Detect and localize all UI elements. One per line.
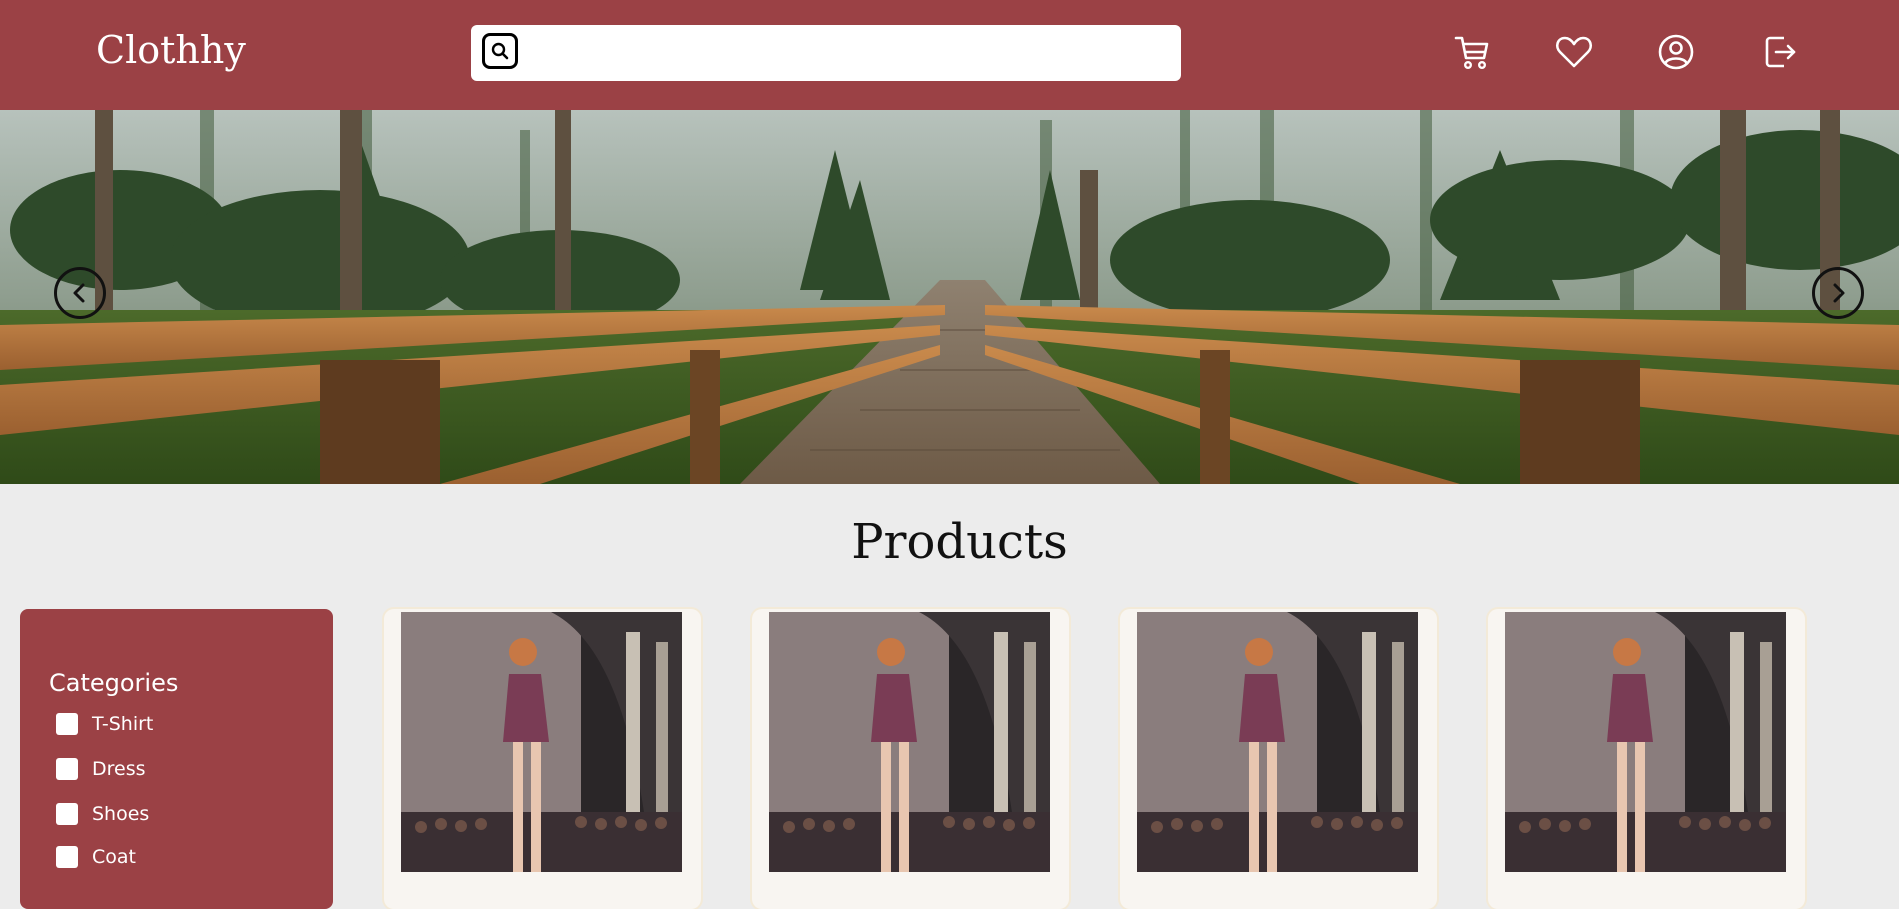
checkbox[interactable] [56,758,78,780]
product-card[interactable] [752,609,1069,909]
product-image[interactable] [1137,612,1418,872]
checkbox[interactable] [56,713,78,735]
category-label: Shoes [92,803,150,825]
categories-title: Categories [49,669,179,697]
search-icon[interactable] [482,33,518,69]
category-shoes[interactable]: Shoes [56,803,149,825]
hero-banner [0,110,1899,484]
logout-icon[interactable] [1758,30,1802,74]
logo[interactable]: Clothhy [96,28,246,72]
category-coat[interactable]: Coat [56,846,136,868]
header: Clothhy [0,0,1899,110]
category-label: Coat [92,846,136,868]
cart-icon[interactable] [1450,30,1494,74]
product-card[interactable] [1488,609,1805,909]
chevron-right-icon [1833,283,1845,303]
search-bar[interactable] [471,25,1181,81]
user-icon[interactable] [1654,30,1698,74]
product-image[interactable] [769,612,1050,872]
carousel-next-button[interactable] [1812,267,1864,319]
products-title: Products [851,514,1068,570]
checkbox[interactable] [56,803,78,825]
product-card[interactable] [384,609,701,909]
categories-sidebar: Categories T-Shirt Dress Shoes Coat [20,609,333,909]
category-label: Dress [92,758,146,780]
product-card[interactable] [1120,609,1437,909]
product-image[interactable] [401,612,682,872]
category-label: T-Shirt [92,713,154,735]
category-dress[interactable]: Dress [56,758,146,780]
chevron-left-icon [73,283,85,303]
product-image[interactable] [1505,612,1786,872]
hero-image [0,110,1899,484]
carousel-prev-button[interactable] [54,267,106,319]
checkbox[interactable] [56,846,78,868]
search-input[interactable] [531,33,1165,75]
heart-icon[interactable] [1552,30,1596,74]
category-tshirt[interactable]: T-Shirt [56,713,153,735]
